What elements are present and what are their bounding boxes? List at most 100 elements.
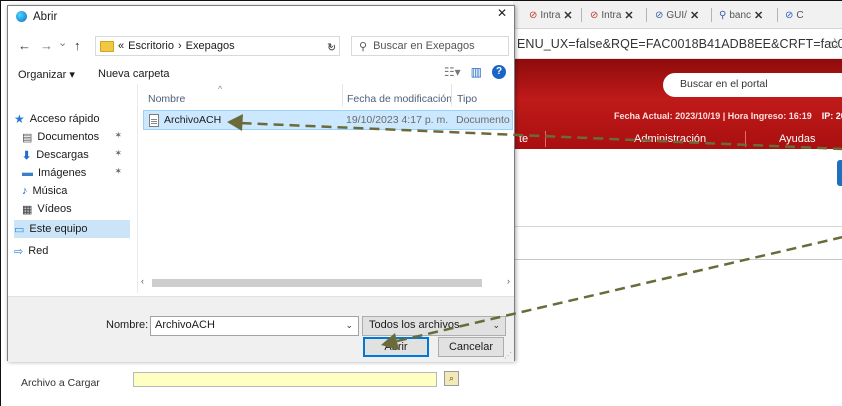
file-name: ArchivoACH: [164, 114, 222, 126]
help-icon[interactable]: ?: [492, 65, 506, 79]
upload-row: Archivo a Cargar ⌕: [1, 361, 842, 406]
chevron-down-icon[interactable]: ⌄: [345, 320, 353, 331]
view-options-icon[interactable]: ☷▾: [444, 65, 461, 79]
preview-pane-icon[interactable]: ▥: [471, 65, 482, 79]
pin-icon: ✶: [114, 130, 122, 140]
breadcrumb[interactable]: « Escritorio › Exepagos ⌄: [95, 36, 340, 56]
cancel-button[interactable]: Cancelar: [438, 337, 504, 357]
navigation-pane: ★ Acceso rápido ▤ Documentos ✶ ⬇ Descarg…: [8, 88, 132, 293]
nav-imagenes[interactable]: ▬ Imágenes ✶: [22, 164, 130, 182]
nav-item-partial[interactable]: te: [519, 133, 528, 145]
tab-label: GUI/: [666, 9, 687, 21]
new-folder-button[interactable]: Nueva carpeta: [98, 68, 170, 80]
filename-input[interactable]: ArchivoACH ⌄: [150, 316, 359, 336]
open-file-dialog: Abrir ← → ⌄ ↑ « Escritorio › Exepagos ⌄ …: [7, 5, 515, 362]
nav-label: Descargas: [36, 149, 89, 161]
nav-label: Documentos: [37, 131, 100, 143]
back-arrow-icon[interactable]: ←: [18, 38, 31, 53]
tab-favicon-icon: ⊘: [785, 9, 794, 21]
file-type-value: Todos los archivos: [369, 319, 460, 331]
screen-frame: ✕ ⊘ Intra ✕ ⊘ Intra ✕ ⊘ GUI/ ✕ ⚲ banc ✕ …: [0, 0, 842, 406]
breadcrumb-escritorio[interactable]: Escritorio: [128, 40, 174, 52]
breadcrumb-exepagos[interactable]: Exepagos: [186, 40, 235, 52]
file-row[interactable]: ArchivoACH 19/10/2023 4:17 p. m. Documen…: [143, 110, 513, 130]
downloads-icon: ⬇: [22, 149, 32, 162]
up-folder-icon[interactable]: ↑: [74, 38, 81, 53]
column-header-type[interactable]: Tipo: [457, 93, 477, 105]
network-icon: ⇨: [14, 245, 24, 258]
nav-musica[interactable]: ♪ Música: [22, 182, 130, 200]
forward-arrow-icon[interactable]: →: [40, 38, 53, 53]
tab-close-icon[interactable]: ✕: [624, 9, 633, 22]
open-button[interactable]: Abrir: [363, 337, 429, 357]
upload-file-input[interactable]: [133, 372, 437, 387]
dialog-titlebar: Abrir: [8, 6, 514, 28]
scrollbar-thumb[interactable]: [152, 279, 482, 287]
filename-label: Nombre:: [106, 319, 149, 331]
documents-icon: ▤: [22, 131, 33, 144]
browse-file-icon[interactable]: ⌕: [444, 371, 459, 386]
file-modified: 19/10/2023 4:17 p. m.: [346, 114, 449, 126]
nav-descargas[interactable]: ⬇ Descargas ✶: [22, 146, 130, 164]
favorite-star-icon[interactable]: ☆: [828, 35, 841, 52]
nav-item-administracion[interactable]: Administración: [634, 133, 706, 145]
portal-action-button[interactable]: [837, 160, 842, 186]
session-info: Fecha Actual: 2023/10/19 | Hora Ingreso:…: [614, 111, 842, 121]
dialog-close-icon[interactable]: ✕: [497, 6, 507, 20]
browser-tab[interactable]: ⊘ Intra ✕: [529, 4, 573, 26]
resize-grip-icon[interactable]: ⋰: [504, 351, 512, 360]
chevron-down-icon: ⌄: [492, 320, 500, 330]
tab-close-icon[interactable]: ✕: [563, 9, 572, 22]
filename-value: ArchivoACH: [155, 319, 215, 331]
nav-label: Vídeos: [37, 203, 72, 215]
tab-close-icon[interactable]: ✕: [754, 9, 763, 22]
search-input[interactable]: ⚲ Buscar en Exepagos: [351, 36, 509, 56]
horizontal-scrollbar[interactable]: ‹ ›: [138, 276, 514, 290]
file-type: Documento de t: [456, 114, 512, 126]
column-header-modified[interactable]: Fecha de modificación: [347, 93, 452, 105]
videos-icon: ▦: [22, 203, 33, 216]
browser-tab-strip: ⊘ Intra ✕ ⊘ Intra ✕ ⊘ GUI/ ✕ ⚲ banc ✕ ⊘ …: [513, 1, 842, 29]
nav-label: Música: [32, 185, 68, 197]
scroll-right-icon[interactable]: ›: [507, 276, 510, 286]
tab-label: Intra: [601, 9, 622, 21]
tab-favicon-icon: ⊘: [655, 9, 664, 21]
ip-label: IP: 200.: [821, 111, 842, 121]
address-bar[interactable]: ENU_UX=false&RQE=FAC0018B41ADB8EE&CRFT=f…: [513, 29, 842, 59]
browser-tab[interactable]: ⊘ C: [785, 4, 804, 26]
nav-quick-access[interactable]: ★ Acceso rápido: [14, 110, 130, 128]
portal-content: [513, 149, 842, 371]
dialog-navbar: ← → ⌄ ↑ « Escritorio › Exepagos ⌄ ↻ ⚲ Bu…: [8, 32, 514, 60]
nav-red[interactable]: ⇨ Red: [14, 242, 130, 260]
nav-documentos[interactable]: ▤ Documentos ✶: [22, 128, 130, 146]
portal-search-input[interactable]: Buscar en el portal: [663, 73, 842, 97]
music-icon: ♪: [22, 185, 28, 197]
nav-este-equipo[interactable]: ▭ Este equipo: [14, 220, 130, 238]
browser-tab[interactable]: ⊘ GUI/ ✕: [655, 4, 699, 26]
nav-item-ayudas[interactable]: Ayudas: [779, 133, 816, 145]
nav-label: Red: [28, 245, 49, 257]
refresh-icon[interactable]: ↻: [327, 41, 336, 54]
recent-locations-icon[interactable]: ⌄: [58, 36, 67, 49]
text-file-icon: [149, 114, 159, 127]
url-text: ENU_UX=false&RQE=FAC0018B41ADB8EE&CRFT=f…: [517, 37, 842, 51]
file-type-select[interactable]: Todos los archivos ⌄: [362, 316, 506, 336]
session-info-text: Fecha Actual: 2023/10/19 | Hora Ingreso:…: [614, 111, 812, 121]
tab-label: banc: [729, 9, 752, 21]
scroll-left-icon[interactable]: ‹: [141, 276, 144, 286]
column-header-name[interactable]: Nombre: [148, 93, 185, 105]
tab-favicon-icon: ⊘: [590, 9, 599, 21]
star-icon: ★: [14, 112, 25, 126]
browser-tab[interactable]: ⚲ banc ✕: [719, 4, 763, 26]
tab-close-icon[interactable]: ✕: [690, 9, 699, 22]
tab-label: Intra: [540, 9, 561, 21]
sort-ascending-icon: ^: [218, 84, 223, 94]
browser-tab[interactable]: ⊘ Intra ✕: [590, 4, 634, 26]
portal-header: Buscar en el portal Fecha Actual: 2023/1…: [513, 59, 842, 149]
nav-videos[interactable]: ▦ Vídeos: [22, 200, 130, 218]
search-placeholder: Buscar en Exepagos: [373, 40, 475, 52]
organize-menu[interactable]: Organizar ▾: [18, 68, 75, 81]
upload-label: Archivo a Cargar: [21, 377, 100, 389]
breadcrumb-overflow[interactable]: «: [118, 40, 124, 52]
pictures-icon: ▬: [22, 167, 33, 179]
